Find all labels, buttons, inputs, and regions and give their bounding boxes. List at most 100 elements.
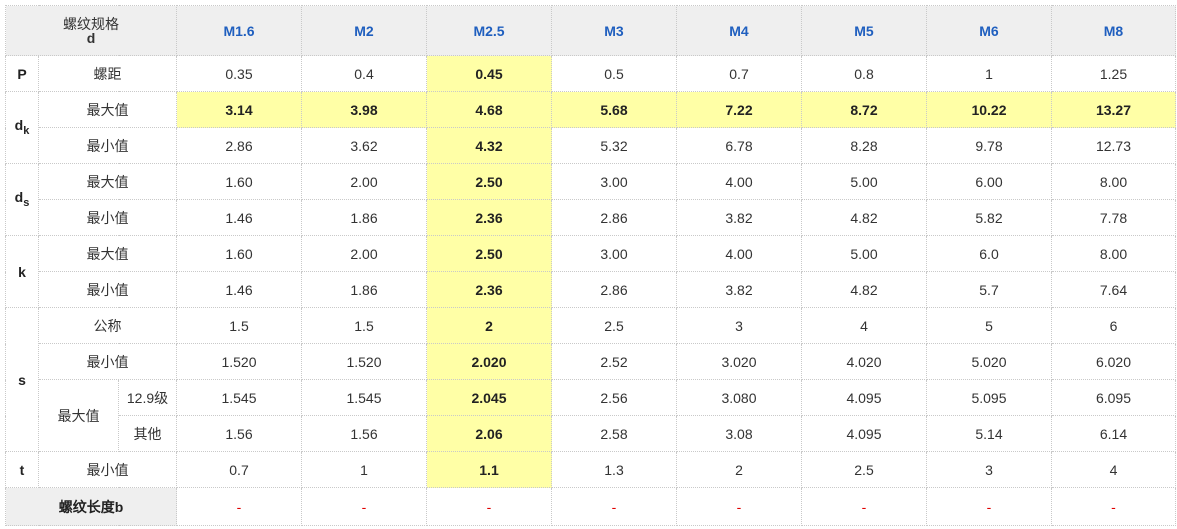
size-header-m6: M6 xyxy=(926,5,1052,56)
value-ds-max-m4: 4.00 xyxy=(676,163,802,200)
value-s-max-129-m3: 2.56 xyxy=(551,379,677,416)
label-s-nominal: 公称 xyxy=(38,307,177,344)
thread-diameter-symbol: d xyxy=(86,29,96,46)
label-pitch: 螺距 xyxy=(38,55,177,92)
value-s-max-other-m6: 5.14 xyxy=(926,415,1052,452)
label-grade-12-9: 12.9级 xyxy=(118,379,177,416)
value-P-m4: 0.7 xyxy=(676,55,802,92)
size-header-m8: M8 xyxy=(1051,5,1176,56)
value-s-min-m3: 2.52 xyxy=(551,343,677,380)
value-s-min-m1-6: 1.520 xyxy=(176,343,302,380)
symbol-p: P xyxy=(5,55,39,92)
value-s-max-other-m2-5: 2.06 xyxy=(426,415,552,452)
label-dk-min: 最小值 xyxy=(38,127,177,164)
value-s-max-129-m4: 3.080 xyxy=(676,379,802,416)
value-s-nominal-m8: 6 xyxy=(1051,307,1176,344)
value-dk-min-m4: 6.78 xyxy=(676,127,802,164)
value-s-max-other-m3: 2.58 xyxy=(551,415,677,452)
value-ds-min-m1-6: 1.46 xyxy=(176,199,302,236)
value-t-min-m5: 2.5 xyxy=(801,451,927,488)
value-s-max-129-m6: 5.095 xyxy=(926,379,1052,416)
value-P-m5: 0.8 xyxy=(801,55,927,92)
row-s-max-12-9: 最大值 12.9级 1.545 1.545 2.045 2.56 3.080 4.095 5… xyxy=(6,379,1176,452)
size-header-m3: M3 xyxy=(551,5,677,56)
value-ds-min-m6: 5.82 xyxy=(926,199,1052,236)
row-s-nominal: s 公称 1.5 1.5 2 2.5 3 4 5 6 xyxy=(5,307,1176,452)
thread-spec-label: 螺纹规格 xyxy=(63,15,119,32)
value-dk-max-m2: 3.98 xyxy=(301,91,427,128)
value-s-min-m4: 3.020 xyxy=(676,343,802,380)
value-s-max-other-m5: 4.095 xyxy=(801,415,927,452)
value-k-min-m2-5: 2.36 xyxy=(426,271,552,308)
value-b-m2-5: - xyxy=(426,487,552,526)
value-ds-max-m5: 5.00 xyxy=(801,163,927,200)
symbol-k: k xyxy=(5,235,39,308)
size-header-m2: M2 xyxy=(301,5,427,56)
value-k-max-m2: 2.00 xyxy=(301,235,427,272)
value-b-m1-6: - xyxy=(176,487,302,526)
header-row: 螺纹规格 d M1.6 M2 M2.5 M3 M4 M5 M6 M8 xyxy=(5,5,1176,56)
header-corner-cell: 螺纹规格 d xyxy=(5,5,177,56)
size-header-m5: M5 xyxy=(801,5,927,56)
screw-spec-table: 螺纹规格 d M1.6 M2 M2.5 M3 M4 M5 M6 M8 P 螺距 … xyxy=(5,5,1176,526)
label-ds-min: 最小值 xyxy=(38,199,177,236)
value-k-max-m2-5: 2.50 xyxy=(426,235,552,272)
value-dk-min-m2: 3.62 xyxy=(301,127,427,164)
value-b-m6: - xyxy=(926,487,1052,526)
value-ds-max-m3: 3.00 xyxy=(551,163,677,200)
size-header-m1-6: M1.6 xyxy=(176,5,302,56)
value-k-max-m4: 4.00 xyxy=(676,235,802,272)
label-ds-max: 最大值 xyxy=(38,163,177,200)
value-s-nominal-m1-6: 1.5 xyxy=(176,307,302,344)
value-b-m8: - xyxy=(1051,487,1176,526)
value-s-max-129-m1-6: 1.545 xyxy=(176,379,302,416)
value-k-max-m5: 5.00 xyxy=(801,235,927,272)
value-s-max-other-m4: 3.08 xyxy=(676,415,802,452)
value-k-min-m8: 7.64 xyxy=(1051,271,1176,308)
value-s-nominal-m2-5: 2 xyxy=(426,307,552,344)
value-dk-min-m6: 9.78 xyxy=(926,127,1052,164)
size-header-m4: M4 xyxy=(676,5,802,56)
value-s-nominal-m5: 4 xyxy=(801,307,927,344)
label-k-min: 最小值 xyxy=(38,271,177,308)
value-s-max-129-m2-5: 2.045 xyxy=(426,379,552,416)
value-s-max-129-m8: 6.095 xyxy=(1051,379,1176,416)
value-ds-max-m6: 6.00 xyxy=(926,163,1052,200)
value-ds-max-m2-5: 2.50 xyxy=(426,163,552,200)
value-dk-max-m4: 7.22 xyxy=(676,91,802,128)
symbol-ds: ds xyxy=(5,163,39,236)
row-k-max: k 最大值 1.60 2.00 2.50 3.00 4.00 5.00 6.0 8.00 xyxy=(5,235,1176,308)
symbol-t: t xyxy=(5,451,39,488)
symbol-s: s xyxy=(5,307,39,452)
value-ds-max-m8: 8.00 xyxy=(1051,163,1176,200)
value-P-m6: 1 xyxy=(926,55,1052,92)
value-s-nominal-m4: 3 xyxy=(676,307,802,344)
value-k-min-m4: 3.82 xyxy=(676,271,802,308)
value-s-nominal-m6: 5 xyxy=(926,307,1052,344)
value-dk-max-m5: 8.72 xyxy=(801,91,927,128)
value-b-m2: - xyxy=(301,487,427,526)
value-P-m2: 0.4 xyxy=(301,55,427,92)
value-t-min-m2: 1 xyxy=(301,451,427,488)
value-P-m1-6: 0.35 xyxy=(176,55,302,92)
symbol-dk: dk xyxy=(5,91,39,164)
value-s-min-m8: 6.020 xyxy=(1051,343,1176,380)
value-t-min-m2-5: 1.1 xyxy=(426,451,552,488)
value-b-m4: - xyxy=(676,487,802,526)
value-s-min-m5: 4.020 xyxy=(801,343,927,380)
value-ds-max-m1-6: 1.60 xyxy=(176,163,302,200)
value-k-min-m5: 4.82 xyxy=(801,271,927,308)
value-dk-min-m5: 8.28 xyxy=(801,127,927,164)
value-k-min-m3: 2.86 xyxy=(551,271,677,308)
value-ds-max-m2: 2.00 xyxy=(301,163,427,200)
value-dk-max-m6: 10.22 xyxy=(926,91,1052,128)
row-pitch: P 螺距 0.35 0.4 0.45 0.5 0.7 0.8 1 1.25 xyxy=(5,55,1176,92)
value-ds-min-m2-5: 2.36 xyxy=(426,199,552,236)
value-k-max-m8: 8.00 xyxy=(1051,235,1176,272)
value-t-min-m1-6: 0.7 xyxy=(176,451,302,488)
row-thread-length: 螺纹长度b -------- xyxy=(5,487,1176,526)
label-t-min: 最小值 xyxy=(38,451,177,488)
value-s-min-m2-5: 2.020 xyxy=(426,343,552,380)
value-ds-min-m8: 7.78 xyxy=(1051,199,1176,236)
value-s-max-129-m2: 1.545 xyxy=(301,379,427,416)
